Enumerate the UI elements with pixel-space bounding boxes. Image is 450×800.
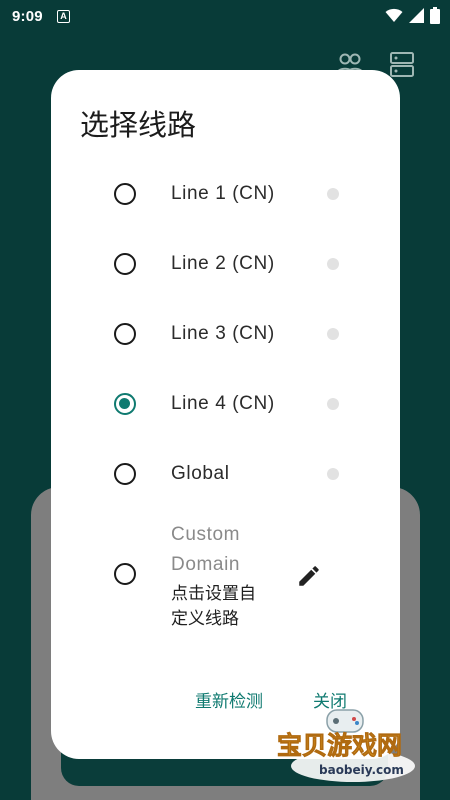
- dialog-title: 选择线路: [80, 110, 197, 142]
- watermark-en-text: baobeiy.com: [319, 763, 404, 777]
- option-label: Line 4 (CN): [171, 393, 275, 414]
- option-label: Line 1 (CN): [171, 183, 275, 204]
- signal-icon: [409, 8, 424, 23]
- status-time: 9:09: [12, 8, 43, 25]
- latency-dot-icon: [327, 398, 339, 410]
- radio-button[interactable]: [114, 183, 136, 205]
- option-global[interactable]: Global: [51, 448, 400, 500]
- latency-dot-icon: [327, 328, 339, 340]
- latency-dot-icon: [327, 258, 339, 270]
- status-bar: 9:09 A: [0, 0, 450, 34]
- radio-button-selected[interactable]: [114, 393, 136, 415]
- radio-button[interactable]: [114, 253, 136, 275]
- notification-a-icon: A: [57, 10, 70, 23]
- latency-dot-icon: [327, 468, 339, 480]
- option-label: Line 2 (CN): [171, 253, 275, 274]
- wifi-icon: [385, 8, 403, 22]
- status-icons: [385, 7, 440, 24]
- option-line-1[interactable]: Line 1 (CN): [51, 168, 400, 220]
- watermark-cn-text: 宝贝游戏网: [277, 731, 402, 760]
- radio-button[interactable]: [114, 323, 136, 345]
- option-line-4[interactable]: Line 4 (CN): [51, 378, 400, 430]
- server-icon[interactable]: [390, 52, 414, 78]
- recheck-button[interactable]: 重新检测: [195, 687, 263, 712]
- custom-domain-hint[interactable]: 点击设置自定义线路: [171, 581, 267, 631]
- option-label: Line 3 (CN): [171, 323, 275, 344]
- custom-domain-title: Custom Domain: [171, 524, 241, 575]
- latency-dot-icon: [327, 188, 339, 200]
- pencil-edit-icon[interactable]: [296, 563, 322, 589]
- site-watermark: 宝贝游戏网 baobeiy.com: [273, 708, 433, 788]
- option-label: Global: [171, 463, 230, 484]
- line-select-dialog: 选择线路 Line 1 (CN) Line 2 (CN) Line 3 (CN)…: [51, 70, 400, 759]
- option-line-2[interactable]: Line 2 (CN): [51, 238, 400, 290]
- option-line-3[interactable]: Line 3 (CN): [51, 308, 400, 360]
- radio-button[interactable]: [114, 563, 136, 585]
- battery-icon: [430, 7, 440, 24]
- radio-button[interactable]: [114, 463, 136, 485]
